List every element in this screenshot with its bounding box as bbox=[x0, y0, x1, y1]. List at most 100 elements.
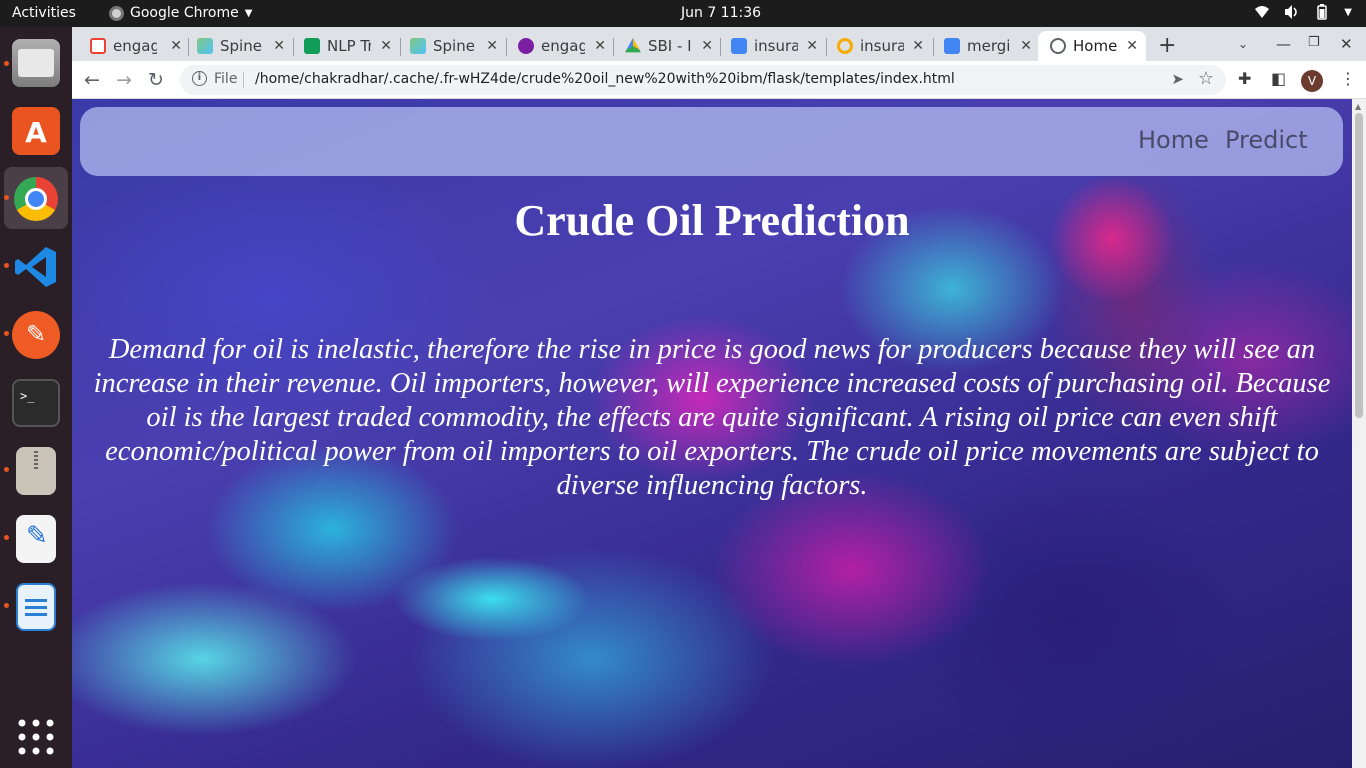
reload-icon[interactable]: ↻ bbox=[148, 69, 164, 91]
activities-button[interactable]: Activities bbox=[12, 5, 76, 21]
web-page: Home Predict Crude Oil Prediction Demand… bbox=[72, 99, 1352, 768]
close-window-button[interactable]: ✕ bbox=[1340, 35, 1353, 53]
running-indicator bbox=[4, 467, 9, 472]
running-indicator bbox=[4, 331, 9, 336]
tab-separator bbox=[933, 38, 934, 56]
app-menu-label: Google Chrome bbox=[130, 5, 239, 21]
terminal-icon[interactable]: >_ bbox=[12, 379, 60, 427]
spine-icon bbox=[410, 38, 426, 54]
close-icon[interactable]: ✕ bbox=[273, 38, 285, 54]
url-scheme-label: File bbox=[214, 71, 238, 87]
chrome-menu-icon[interactable]: ⋮ bbox=[1340, 69, 1356, 88]
nav-link-home[interactable]: Home bbox=[1138, 126, 1209, 154]
tab-insurance-doc[interactable]: insura ✕ bbox=[731, 31, 818, 61]
postman-icon[interactable]: ✎ bbox=[12, 311, 60, 359]
power-menu-caret-icon: ▼ bbox=[1344, 7, 1352, 18]
tab-separator bbox=[506, 38, 507, 56]
close-icon[interactable]: ✕ bbox=[912, 38, 924, 54]
new-tab-button[interactable]: + bbox=[1158, 33, 1176, 58]
info-icon[interactable]: i bbox=[192, 71, 207, 86]
ubuntu-dock: A ✎ >_ ✎ bbox=[0, 27, 72, 768]
engage-icon bbox=[518, 38, 534, 54]
tab-search-chevron-icon[interactable]: ⌄ bbox=[1238, 37, 1248, 51]
docs-icon bbox=[944, 38, 960, 54]
tab-home-active[interactable]: Home ✕ bbox=[1038, 31, 1146, 61]
app-menu[interactable]: Google Chrome ▼ bbox=[109, 5, 252, 21]
scrollbar-thumb[interactable] bbox=[1355, 113, 1363, 418]
running-indicator bbox=[4, 535, 9, 540]
tab-nlp[interactable]: NLP Tr ✕ bbox=[304, 31, 392, 61]
close-icon[interactable]: ✕ bbox=[170, 38, 182, 54]
tab-label: insura bbox=[860, 37, 904, 55]
text-editor-icon[interactable]: ✎ bbox=[16, 515, 56, 563]
sheets-icon bbox=[304, 38, 320, 54]
writer-icon[interactable] bbox=[16, 583, 56, 631]
page-title: Crude Oil Prediction bbox=[514, 196, 910, 245]
archive-icon[interactable] bbox=[16, 447, 56, 495]
chrome-icon[interactable] bbox=[12, 175, 60, 223]
close-icon[interactable]: ✕ bbox=[1020, 38, 1032, 54]
forward-arrow-icon[interactable]: → bbox=[116, 69, 132, 91]
docs-icon bbox=[731, 38, 747, 54]
page-description: Demand for oil is inelastic, therefore t… bbox=[93, 334, 1331, 501]
battery-icon bbox=[1317, 4, 1328, 20]
tab-merging[interactable]: mergi ✕ bbox=[944, 31, 1032, 61]
caret-down-icon: ▼ bbox=[244, 7, 253, 19]
tab-insurance-colab[interactable]: insura ✕ bbox=[837, 31, 924, 61]
page-scrollbar[interactable]: ▲ bbox=[1352, 99, 1366, 768]
tab-engage-gmail[interactable]: engag ✕ bbox=[90, 31, 182, 61]
running-indicator bbox=[4, 603, 9, 608]
colab-icon bbox=[837, 38, 853, 54]
profile-avatar[interactable]: V bbox=[1301, 70, 1323, 92]
chrome-app-icon bbox=[109, 5, 124, 21]
clock[interactable]: Jun 7 11:36 bbox=[681, 5, 761, 21]
close-icon[interactable]: ✕ bbox=[380, 38, 392, 54]
tab-label: SBI - Ir bbox=[648, 37, 692, 55]
minimize-button[interactable]: — bbox=[1276, 35, 1291, 53]
gmail-icon bbox=[90, 38, 106, 54]
tab-separator bbox=[720, 38, 721, 56]
running-indicator bbox=[4, 61, 9, 66]
close-icon[interactable]: ✕ bbox=[486, 38, 498, 54]
nav-link-predict[interactable]: Predict bbox=[1225, 126, 1308, 154]
url-text[interactable]: /home/chakradhar/.cache/.fr-wHZ4de/crude… bbox=[255, 71, 955, 87]
tab-separator bbox=[400, 38, 401, 56]
close-icon[interactable]: ✕ bbox=[701, 38, 713, 54]
close-icon[interactable]: ✕ bbox=[1126, 38, 1138, 54]
tab-label: Spine bbox=[433, 37, 475, 55]
system-top-bar: Activities Google Chrome ▼ Jun 7 11:36 ▼ bbox=[0, 0, 1366, 27]
system-tray[interactable]: ▼ bbox=[1254, 4, 1352, 20]
drive-icon bbox=[625, 38, 641, 53]
wifi-icon bbox=[1255, 6, 1270, 18]
close-icon[interactable]: ✕ bbox=[594, 38, 606, 54]
tab-engage-2[interactable]: engag ✕ bbox=[518, 31, 606, 61]
tab-label: engag bbox=[113, 37, 157, 55]
back-arrow-icon[interactable]: ← bbox=[84, 69, 100, 91]
address-bar[interactable]: i File /home/chakradhar/.cache/.fr-wHZ4d… bbox=[180, 65, 1226, 95]
close-icon[interactable]: ✕ bbox=[806, 38, 818, 54]
show-apps-icon[interactable] bbox=[12, 713, 60, 761]
tab-label: mergi bbox=[967, 37, 1011, 55]
tab-separator bbox=[188, 38, 189, 56]
app-center-icon[interactable]: A bbox=[12, 107, 60, 155]
tab-spine-2[interactable]: Spine ✕ bbox=[410, 31, 498, 61]
send-tab-icon[interactable]: ➤ bbox=[1171, 70, 1184, 88]
maximize-button[interactable]: ❐ bbox=[1308, 35, 1320, 50]
running-indicator bbox=[4, 263, 9, 268]
url-divider bbox=[243, 72, 244, 88]
tab-sbi[interactable]: SBI - Ir ✕ bbox=[625, 31, 713, 61]
tab-label: Spine bbox=[220, 37, 262, 55]
extensions-puzzle-icon[interactable]: ✚ bbox=[1238, 69, 1251, 88]
vscode-icon[interactable] bbox=[12, 243, 60, 291]
tab-strip: engag ✕ Spine ✕ NLP Tr ✕ Spine ✕ engag ✕ bbox=[72, 27, 1366, 61]
scroll-up-arrow-icon[interactable]: ▲ bbox=[1355, 102, 1361, 111]
files-icon[interactable] bbox=[12, 39, 60, 87]
side-panel-icon[interactable]: ◧ bbox=[1271, 69, 1286, 88]
tab-spine-1[interactable]: Spine ✕ bbox=[197, 31, 285, 61]
tab-separator bbox=[613, 38, 614, 56]
tab-label: NLP Tr bbox=[327, 37, 371, 55]
tab-separator bbox=[293, 38, 294, 56]
spine-icon bbox=[197, 38, 213, 54]
tab-separator bbox=[826, 38, 827, 56]
bookmark-star-icon[interactable]: ☆ bbox=[1198, 68, 1214, 89]
